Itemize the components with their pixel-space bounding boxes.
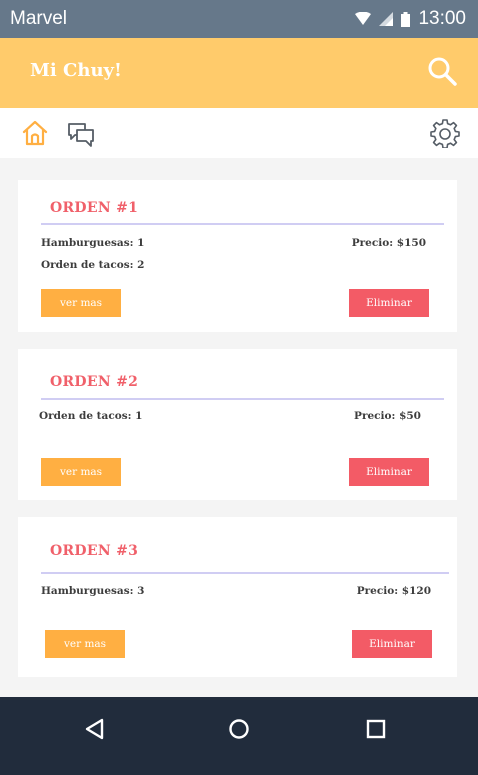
- order-title: ORDEN #1: [50, 200, 139, 216]
- clock: 13:00: [418, 8, 466, 29]
- order-title: ORDEN #2: [50, 374, 139, 390]
- tab-row: [0, 108, 478, 158]
- divider: [41, 572, 449, 574]
- eliminar-button[interactable]: Eliminar: [349, 289, 429, 317]
- battery-icon: [401, 11, 411, 27]
- settings-icon: [430, 119, 460, 149]
- order-card: ORDEN #3 Hamburguesas: 3 Precio: $120 ve…: [18, 517, 457, 677]
- divider: [41, 398, 444, 400]
- tab-home[interactable]: [20, 118, 50, 148]
- home-circle-icon: [229, 719, 249, 739]
- order-price: Precio: $50: [354, 410, 421, 422]
- ver-mas-button[interactable]: ver mas: [41, 289, 121, 317]
- divider: [41, 223, 444, 225]
- order-price: Precio: $120: [356, 585, 431, 597]
- nav-bar: [0, 697, 478, 775]
- tab-settings[interactable]: [430, 118, 460, 149]
- app-bar: Mi Chuy!: [0, 38, 478, 108]
- ver-mas-button[interactable]: ver mas: [45, 630, 125, 658]
- order-item: Orden de tacos: 1: [39, 410, 143, 422]
- order-card: ORDEN #2 Orden de tacos: 1 Precio: $50 v…: [18, 349, 457, 500]
- home-icon: [22, 120, 48, 146]
- signal-icon: [379, 12, 394, 26]
- carrier-name: Marvel: [10, 8, 68, 29]
- chat-icon: [68, 123, 94, 147]
- order-item: Hamburguesas: 1: [41, 237, 145, 249]
- eliminar-button[interactable]: Eliminar: [349, 458, 429, 486]
- order-item: Orden de tacos: 2: [41, 259, 145, 271]
- search-icon: [428, 57, 457, 86]
- eliminar-button[interactable]: Eliminar: [352, 630, 432, 658]
- back-button[interactable]: [80, 714, 110, 744]
- back-icon: [85, 718, 104, 740]
- order-item: Hamburguesas: 3: [41, 585, 145, 597]
- ver-mas-button[interactable]: ver mas: [41, 458, 121, 486]
- wifi-icon: [355, 12, 372, 25]
- home-nav-button[interactable]: [224, 714, 254, 744]
- order-title: ORDEN #3: [50, 543, 139, 559]
- app-title: Mi Chuy!: [30, 60, 122, 81]
- order-card: ORDEN #1 Hamburguesas: 1 Precio: $150 Or…: [18, 180, 457, 332]
- status-bar: Marvel 13:00: [0, 0, 478, 38]
- status-indicators: 13:00: [355, 8, 466, 30]
- recents-icon: [366, 719, 386, 739]
- recents-button[interactable]: [361, 714, 391, 744]
- search-button[interactable]: [426, 55, 460, 89]
- order-price: Precio: $150: [351, 237, 426, 249]
- tab-chat[interactable]: [66, 120, 96, 150]
